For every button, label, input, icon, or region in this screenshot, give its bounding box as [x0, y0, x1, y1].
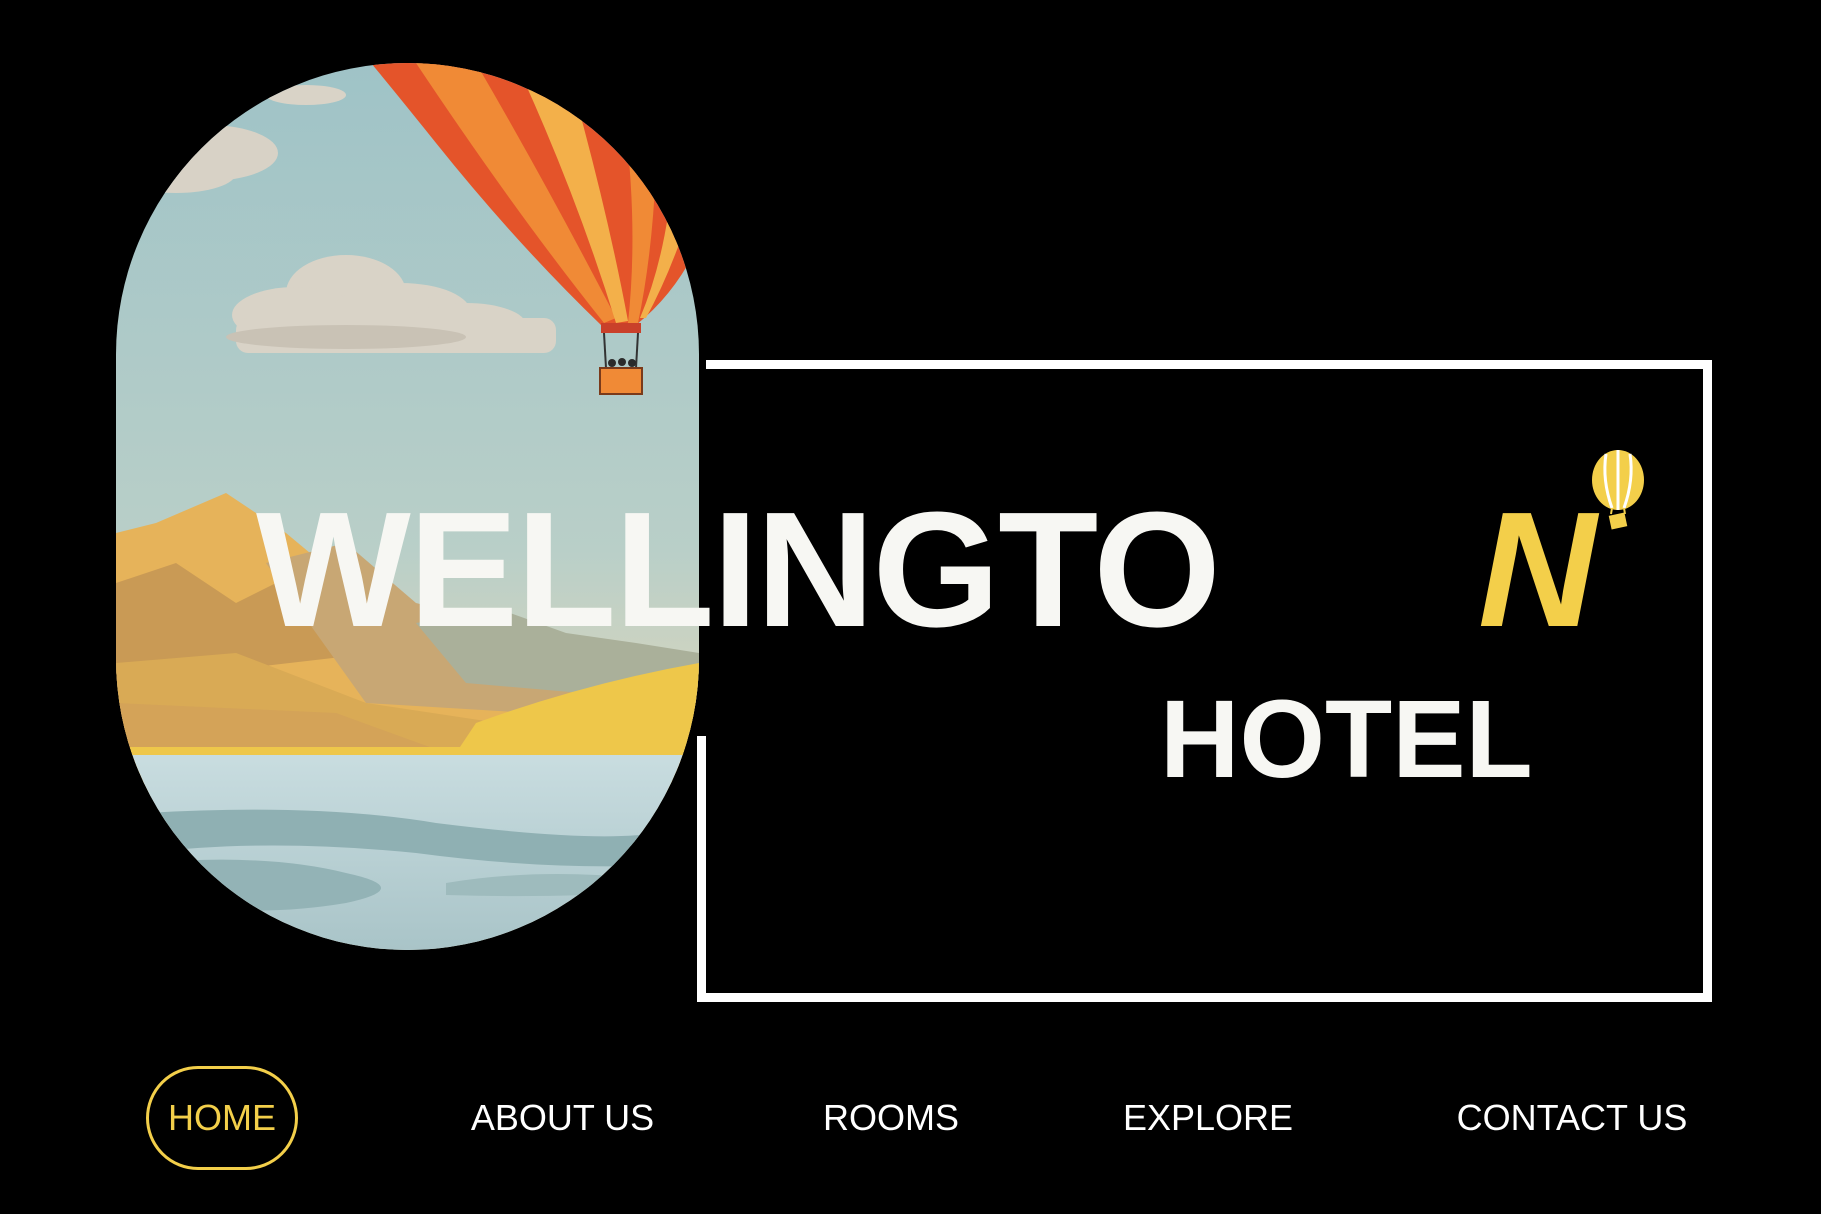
brand-name-accent-letter: N [1478, 478, 1597, 661]
nav-item-rooms[interactable]: ROOMS [812, 1066, 970, 1170]
nav-item-contact-us[interactable]: CONTACT US [1450, 1066, 1694, 1170]
lake [116, 747, 699, 950]
brand-subtitle: HOTEL [1160, 678, 1533, 801]
brand-name: WELLINGTO [256, 478, 1221, 661]
nav-item-about-us[interactable]: ABOUT US [450, 1066, 675, 1170]
main-navigation: HOME ABOUT US ROOMS EXPLORE CONTACT US [0, 1066, 1821, 1170]
hot-air-balloon-icon [1592, 450, 1644, 530]
nav-item-explore[interactable]: EXPLORE [1120, 1066, 1296, 1170]
nav-item-home[interactable]: HOME [146, 1066, 298, 1170]
